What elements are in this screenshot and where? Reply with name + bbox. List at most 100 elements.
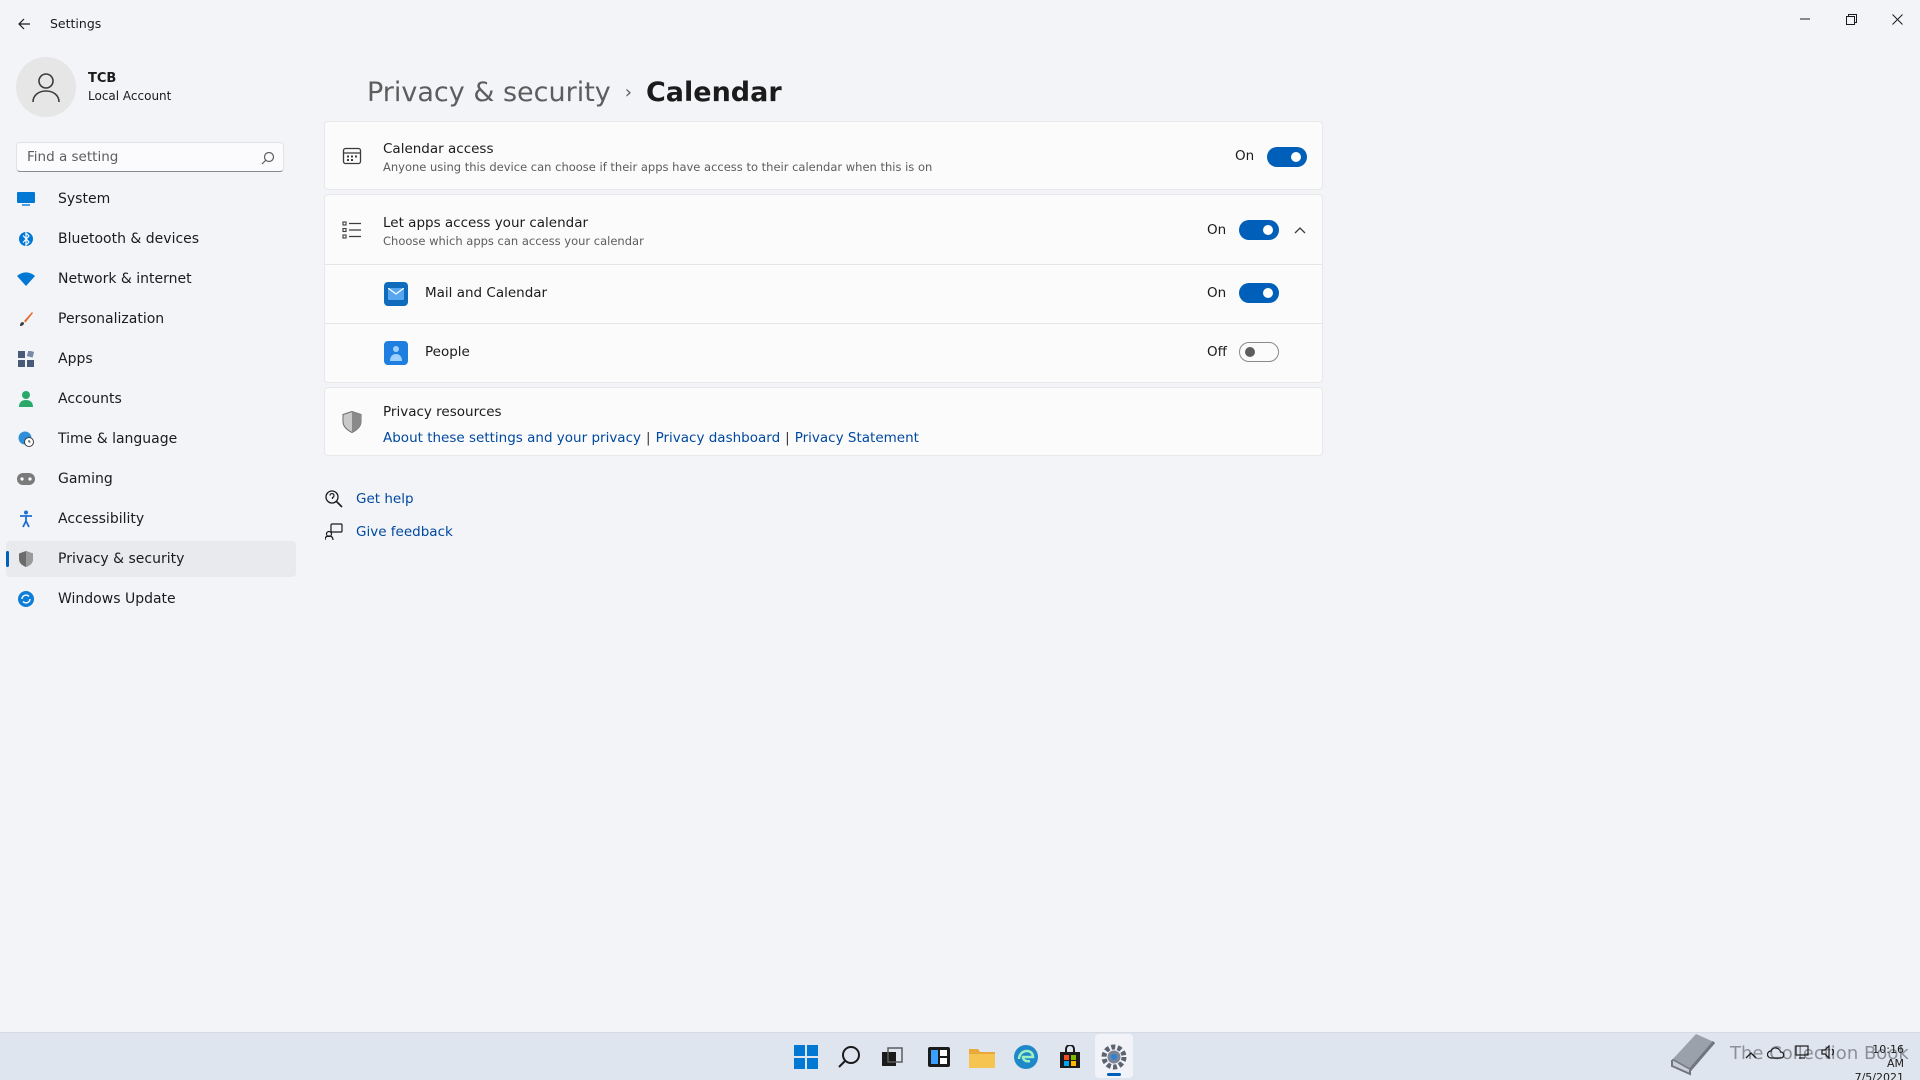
- app-state: Off: [1207, 344, 1227, 360]
- link-privacy-dashboard[interactable]: Privacy dashboard: [656, 430, 781, 446]
- mail-calendar-icon: [384, 282, 408, 306]
- calendar-access-description: Anyone using this device can choose if t…: [383, 160, 933, 174]
- link-separator: |: [646, 430, 651, 446]
- sidebar-item-accounts[interactable]: Accounts: [6, 381, 296, 417]
- book-icon: [1671, 1034, 1716, 1076]
- sidebar-item-label: Network & internet: [58, 271, 192, 287]
- close-button[interactable]: [1874, 4, 1920, 34]
- edge-browser-icon[interactable]: [1011, 1042, 1041, 1072]
- person-icon: [32, 73, 60, 103]
- privacy-resources-card: Privacy resources About these settings a…: [324, 387, 1323, 456]
- search-box: [16, 142, 284, 172]
- app-access-state: On: [1207, 222, 1227, 238]
- privacy-resources-title: Privacy resources: [383, 404, 502, 420]
- restore-button[interactable]: [1828, 4, 1874, 34]
- title-bar: Settings: [0, 0, 1920, 46]
- file-explorer-icon[interactable]: [967, 1042, 997, 1072]
- sidebar-item-system[interactable]: System: [6, 181, 296, 217]
- toggle-knob: [1263, 288, 1273, 298]
- give-feedback-link[interactable]: Give feedback: [324, 522, 453, 542]
- give-feedback-label: Give feedback: [356, 524, 453, 540]
- breadcrumb: Privacy & security › Calendar: [367, 77, 782, 108]
- accessibility-icon: [16, 509, 36, 529]
- sidebar-item-accessibility[interactable]: Accessibility: [6, 501, 296, 537]
- app-access-description: Choose which apps can access your calend…: [383, 234, 644, 248]
- minimize-button[interactable]: [1782, 4, 1828, 34]
- back-button[interactable]: [12, 12, 36, 36]
- sidebar-item-gaming[interactable]: Gaming: [6, 461, 296, 497]
- calendar-access-row: Calendar access Anyone using this device…: [325, 122, 1322, 189]
- controller-icon: [16, 469, 36, 489]
- sidebar-item-label: Accounts: [58, 391, 122, 407]
- search-input[interactable]: [17, 143, 247, 171]
- app-name: Mail and Calendar: [425, 285, 548, 301]
- page-title: Calendar: [645, 77, 782, 108]
- app-access-row[interactable]: Let apps access your calendar Choose whi…: [325, 195, 1322, 264]
- toggle-knob: [1245, 347, 1255, 357]
- profile-account-type: Local Account: [88, 89, 172, 103]
- taskbar-active-indicator: [1107, 1073, 1121, 1076]
- app-access-title: Let apps access your calendar: [383, 215, 589, 231]
- app-access-card: Let apps access your calendar Choose whi…: [324, 194, 1323, 383]
- store-icon[interactable]: [1055, 1042, 1085, 1072]
- calendar-access-toggle[interactable]: [1267, 147, 1307, 167]
- taskbar-search-icon[interactable]: [835, 1042, 865, 1072]
- sidebar-item-personalization[interactable]: Personalization: [6, 301, 296, 337]
- shield-icon: [16, 549, 36, 569]
- app-row-people: People Off: [325, 324, 1322, 382]
- toggle-knob: [1291, 152, 1301, 162]
- sidebar-item-bluetooth[interactable]: Bluetooth & devices: [6, 221, 296, 257]
- minimize-icon: [1800, 18, 1810, 20]
- people-toggle[interactable]: [1239, 342, 1279, 362]
- mail-calendar-toggle[interactable]: [1239, 283, 1279, 303]
- task-view-icon[interactable]: [877, 1042, 907, 1072]
- taskbar-clock[interactable]: 10:16 AM 7/5/2021: [1854, 1043, 1904, 1080]
- sidebar-item-label: Personalization: [58, 311, 165, 327]
- system-tray: [1745, 1044, 1837, 1063]
- link-about-settings[interactable]: About these settings and your privacy: [383, 430, 641, 446]
- app-row-mail-calendar: Mail and Calendar On: [325, 265, 1322, 323]
- chevron-up-icon[interactable]: [1745, 1044, 1757, 1063]
- feedback-icon: [324, 522, 344, 542]
- calendar-access-card: Calendar access Anyone using this device…: [324, 121, 1323, 190]
- people-icon: [384, 341, 408, 365]
- link-privacy-statement[interactable]: Privacy Statement: [795, 430, 919, 446]
- sidebar-item-time-language[interactable]: Time & language: [6, 421, 296, 457]
- calendar-access-title: Calendar access: [383, 141, 494, 157]
- network-monitor-icon[interactable]: [1795, 1044, 1811, 1063]
- get-help-link[interactable]: Get help: [324, 489, 414, 509]
- sidebar-item-label: Apps: [58, 351, 93, 367]
- update-icon: [16, 589, 36, 609]
- settings-gear-icon[interactable]: [1099, 1042, 1129, 1072]
- sidebar-item-label: System: [58, 191, 111, 207]
- app-access-toggle[interactable]: [1239, 220, 1279, 240]
- brush-icon: [16, 309, 36, 329]
- sidebar-item-windows-update[interactable]: Windows Update: [6, 581, 296, 617]
- chevron-up-icon[interactable]: [1292, 222, 1308, 238]
- taskbar: [0, 1032, 1920, 1080]
- onedrive-cloud-icon[interactable]: [1766, 1044, 1785, 1063]
- accounts-icon: [16, 389, 36, 409]
- sidebar-item-privacy-security[interactable]: Privacy & security: [6, 541, 296, 577]
- network-icon: [16, 269, 36, 289]
- volume-icon[interactable]: [1821, 1044, 1837, 1063]
- sidebar-item-label: Privacy & security: [58, 551, 185, 567]
- user-profile[interactable]: TCB Local Account: [16, 57, 171, 117]
- shield-icon: [341, 411, 363, 433]
- breadcrumb-parent[interactable]: Privacy & security: [367, 77, 611, 108]
- sidebar-item-apps[interactable]: Apps: [6, 341, 296, 377]
- breadcrumb-separator: ›: [624, 82, 632, 103]
- widgets-icon[interactable]: [924, 1042, 954, 1072]
- sidebar-item-label: Gaming: [58, 471, 113, 487]
- toggle-knob: [1263, 225, 1273, 235]
- apps-icon: [16, 349, 36, 369]
- start-icon[interactable]: [791, 1042, 821, 1072]
- sidebar-nav: System Bluetooth & devices Network & int…: [6, 181, 296, 621]
- bluetooth-icon: [16, 229, 36, 249]
- sidebar-item-network[interactable]: Network & internet: [6, 261, 296, 297]
- search-icon[interactable]: [261, 150, 275, 169]
- sidebar-item-label: Windows Update: [58, 591, 176, 607]
- link-separator: |: [785, 430, 790, 446]
- system-icon: [16, 189, 36, 209]
- privacy-links: About these settings and your privacy | …: [383, 430, 919, 446]
